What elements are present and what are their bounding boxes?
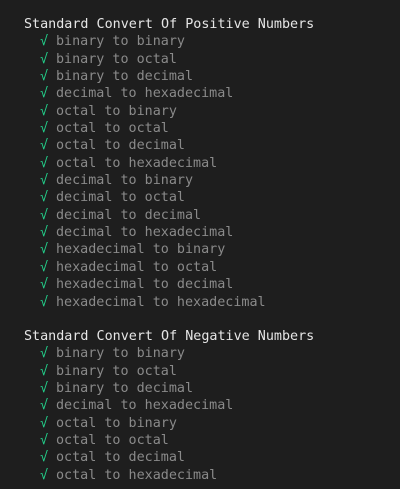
check-icon: √ xyxy=(40,51,49,67)
test-row: √ hexadecimal to binary xyxy=(24,241,314,258)
check-icon: √ xyxy=(40,121,49,137)
test-row: √ octal to binary xyxy=(24,415,314,432)
test-name: binary to decimal xyxy=(56,69,194,85)
check-icon: √ xyxy=(40,381,49,397)
test-name: binary to decimal xyxy=(56,381,194,397)
test-name: binary to octal xyxy=(56,51,177,67)
test-name: decimal to hexadecimal xyxy=(56,225,234,241)
test-row: √ binary to decimal xyxy=(24,68,314,85)
test-row: √ octal to octal xyxy=(24,432,314,449)
test-name: decimal to octal xyxy=(56,190,185,206)
check-icon: √ xyxy=(40,346,49,362)
check-icon: √ xyxy=(40,433,49,449)
check-icon: √ xyxy=(40,242,49,258)
test-name: octal to hexadecimal xyxy=(56,155,218,171)
test-row: √ octal to binary xyxy=(24,103,314,120)
check-icon: √ xyxy=(40,450,49,466)
check-icon: √ xyxy=(40,155,49,171)
check-icon: √ xyxy=(40,190,49,206)
test-row: √ octal to decimal xyxy=(24,137,314,154)
test-name: decimal to binary xyxy=(56,173,194,189)
test-name: binary to binary xyxy=(56,346,185,362)
test-row: √ decimal to hexadecimal xyxy=(24,224,314,241)
test-name: octal to hexadecimal xyxy=(56,467,218,483)
test-row: √ decimal to hexadecimal xyxy=(24,85,314,102)
check-icon: √ xyxy=(40,103,49,119)
test-row: √ octal to hexadecimal xyxy=(24,467,314,484)
test-suite-negative: Standard Convert Of Negative Numbers √ bi… xyxy=(24,328,314,484)
test-name: octal to octal xyxy=(56,121,169,137)
test-name: decimal to hexadecimal xyxy=(56,86,234,102)
test-row: √ hexadecimal to hexadecimal xyxy=(24,294,314,311)
test-name: hexadecimal to decimal xyxy=(56,277,234,293)
test-name: octal to decimal xyxy=(56,450,185,466)
test-name: hexadecimal to binary xyxy=(56,242,226,258)
test-name: binary to octal xyxy=(56,363,177,379)
check-icon: √ xyxy=(40,398,49,414)
test-row: √ binary to octal xyxy=(24,363,314,380)
check-icon: √ xyxy=(40,259,49,275)
test-row: √ hexadecimal to octal xyxy=(24,259,314,276)
test-row: √ octal to hexadecimal xyxy=(24,155,314,172)
test-row: √ binary to binary xyxy=(24,345,314,362)
test-row: √ octal to decimal xyxy=(24,449,314,466)
check-icon: √ xyxy=(40,415,49,431)
test-name: octal to octal xyxy=(56,433,169,449)
check-icon: √ xyxy=(40,34,49,50)
test-row: √ binary to octal xyxy=(24,51,314,68)
test-name: octal to decimal xyxy=(56,138,185,154)
suite-title: Standard Convert Of Negative Numbers xyxy=(24,329,315,344)
check-icon: √ xyxy=(40,173,49,189)
check-icon: √ xyxy=(40,294,49,310)
check-icon: √ xyxy=(40,467,49,483)
check-icon: √ xyxy=(40,207,49,223)
check-icon: √ xyxy=(40,69,49,85)
test-row: √ hexadecimal to decimal xyxy=(24,276,314,293)
check-icon: √ xyxy=(40,363,49,379)
test-row: √ binary to decimal xyxy=(24,380,314,397)
suite-title: Standard Convert Of Positive Numbers xyxy=(24,17,315,32)
test-name: octal to binary xyxy=(56,415,177,431)
test-name: octal to binary xyxy=(56,103,177,119)
check-icon: √ xyxy=(40,138,49,154)
test-row: √ decimal to decimal xyxy=(24,207,314,224)
terminal-output: Standard Convert Of Positive Numbers √ bi… xyxy=(0,0,400,489)
test-name: hexadecimal to octal xyxy=(56,259,218,275)
test-row: √ decimal to hexadecimal xyxy=(24,397,314,414)
test-suite-positive: Standard Convert Of Positive Numbers √ bi… xyxy=(24,16,314,311)
test-row: √ decimal to binary xyxy=(24,172,314,189)
check-icon: √ xyxy=(40,86,49,102)
check-icon: √ xyxy=(40,277,49,293)
check-icon: √ xyxy=(40,225,49,241)
test-name: decimal to hexadecimal xyxy=(56,398,234,414)
test-row: √ octal to octal xyxy=(24,120,314,137)
test-name: binary to binary xyxy=(56,34,185,50)
test-name: hexadecimal to hexadecimal xyxy=(56,294,266,310)
test-row: √ binary to binary xyxy=(24,33,314,50)
test-name: decimal to decimal xyxy=(56,207,202,223)
test-row: √ decimal to octal xyxy=(24,189,314,206)
